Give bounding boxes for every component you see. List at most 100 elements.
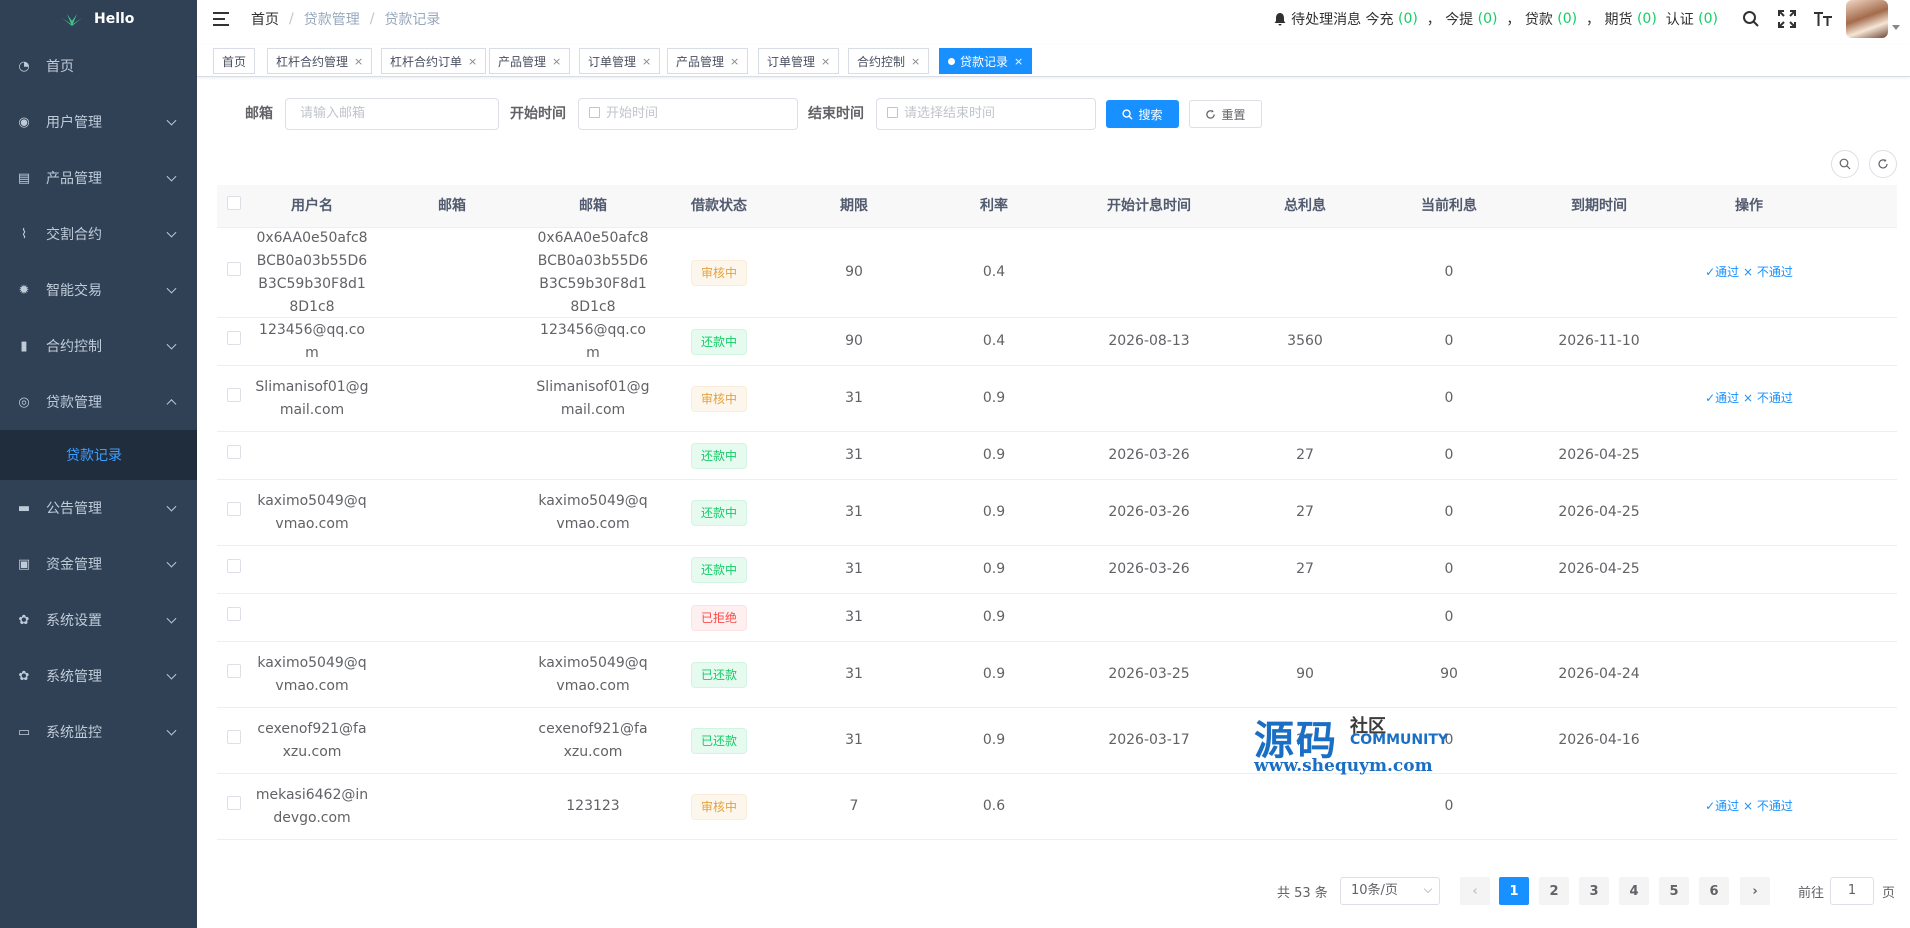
sidebar-item[interactable]: ✿ 系统设置: [0, 592, 197, 648]
approve-button[interactable]: ✓通过: [1705, 265, 1739, 279]
page-button[interactable]: 6: [1699, 877, 1729, 905]
tab-4[interactable]: 订单管理 ×: [579, 48, 661, 74]
select-all-checkbox[interactable]: [227, 195, 241, 210]
sidebar-item[interactable]: ▣ 资金管理: [0, 536, 197, 592]
tab-8[interactable]: 贷款记录 ×: [939, 48, 1033, 74]
avatar[interactable]: [1846, 0, 1900, 38]
email-input[interactable]: 请输入邮箱: [285, 98, 499, 130]
page-button[interactable]: 3: [1579, 877, 1609, 905]
page-button[interactable]: 4: [1619, 877, 1649, 905]
close-icon[interactable]: ×: [821, 55, 830, 68]
page-button[interactable]: 5: [1659, 877, 1689, 905]
today-withdraw-count[interactable]: (0): [1478, 11, 1498, 27]
row-checkbox[interactable]: [227, 664, 241, 678]
reject-button[interactable]: × 不通过: [1743, 391, 1793, 405]
row-checkbox[interactable]: [227, 730, 241, 744]
prev-page-button[interactable]: ‹: [1460, 877, 1490, 905]
chevron-down-icon: [166, 171, 177, 182]
cell-status: 已还款: [659, 661, 779, 688]
close-icon[interactable]: ×: [730, 55, 739, 68]
today-recharge-count[interactable]: (0): [1398, 11, 1418, 27]
row-checkbox[interactable]: [227, 262, 241, 276]
chevron-down-icon: [166, 725, 177, 736]
search-icon[interactable]: [1740, 8, 1762, 30]
status-badge: 审核中: [690, 385, 747, 412]
sidebar-item[interactable]: ◔ 首页: [0, 38, 197, 94]
reject-button[interactable]: × 不通过: [1743, 799, 1793, 813]
row-checkbox[interactable]: [227, 331, 241, 345]
close-icon[interactable]: ×: [911, 55, 920, 68]
close-icon[interactable]: ×: [1014, 55, 1023, 68]
sidebar-item[interactable]: ▮ 合约控制: [0, 318, 197, 374]
auth-count[interactable]: (0): [1698, 11, 1718, 27]
tab-3[interactable]: 产品管理 ×: [489, 48, 571, 74]
approve-button[interactable]: ✓通过: [1705, 799, 1739, 813]
end-time-input[interactable]: 请选择结束时间: [876, 98, 1096, 130]
money-icon: ◎: [18, 394, 30, 410]
sidebar-item[interactable]: ⌇ 交割合约: [0, 206, 197, 262]
futures-count[interactable]: (0): [1637, 11, 1657, 27]
sidebar-item[interactable]: ◉ 用户管理: [0, 94, 197, 150]
row-checkbox[interactable]: [227, 607, 241, 621]
page-button[interactable]: 1: [1499, 877, 1529, 905]
sidebar-item[interactable]: ▤ 产品管理: [0, 150, 197, 206]
sidebar-item[interactable]: ▭ 系统监控: [0, 704, 197, 760]
toggle-search-icon[interactable]: [1831, 150, 1859, 178]
cell-username: kaximo5049@qvmao.com: [257, 492, 367, 532]
refresh-icon[interactable]: [1869, 150, 1897, 178]
search-button[interactable]: 搜索: [1106, 100, 1179, 128]
notice-prefix: 待处理消息 今充: [1291, 12, 1394, 28]
fullscreen-icon[interactable]: [1776, 8, 1798, 30]
row-checkbox[interactable]: [227, 796, 241, 810]
next-page-button[interactable]: ›: [1740, 877, 1770, 905]
table-row: mekasi6462@indevgo.com 123123 审核中 7 0.6 0 ✓通过 …: [217, 774, 1897, 840]
tab-1[interactable]: 杠杆合约管理 ×: [267, 48, 373, 74]
cell-due: 2026-04-24: [1558, 666, 1640, 682]
tab-0[interactable]: 首页: [213, 48, 256, 74]
reset-button[interactable]: 重置: [1189, 100, 1262, 128]
reject-button[interactable]: × 不通过: [1743, 265, 1793, 279]
row-checkbox[interactable]: [227, 445, 241, 459]
sidebar-item[interactable]: ✿ 系统管理: [0, 648, 197, 704]
tab-7[interactable]: 合约控制 ×: [848, 48, 930, 74]
close-icon[interactable]: ×: [642, 55, 651, 68]
page-suffix: 页: [1882, 885, 1896, 901]
loan-count[interactable]: (0): [1557, 11, 1577, 27]
font-size-icon[interactable]: [1812, 8, 1834, 30]
tab-6[interactable]: 订单管理 ×: [758, 48, 840, 74]
start-time-input[interactable]: 开始时间: [578, 98, 798, 130]
bar-chart-icon: ▮: [20, 338, 28, 354]
sidebar-item[interactable]: ▬ 公告管理: [0, 480, 197, 536]
row-checkbox[interactable]: [227, 502, 241, 516]
breadcrumb-home[interactable]: 首页: [251, 9, 279, 29]
cell-start: 2026-03-26: [1108, 561, 1190, 577]
close-icon[interactable]: ×: [552, 55, 561, 68]
approve-button[interactable]: ✓通过: [1705, 391, 1739, 405]
sidebar-item[interactable]: ◎ 贷款管理: [0, 374, 197, 430]
settings-icon: ✿: [18, 612, 30, 628]
close-icon[interactable]: ×: [354, 55, 363, 68]
sidebar-subitem-loan-record[interactable]: 贷款记录: [0, 430, 197, 480]
tab-5[interactable]: 产品管理 ×: [667, 48, 749, 74]
row-checkbox[interactable]: [227, 388, 241, 402]
bell-icon[interactable]: [1273, 12, 1287, 26]
brand: Hello: [0, 0, 197, 38]
tab-label: 杠杆合约管理: [276, 54, 349, 69]
sidebar-item[interactable]: ✹ 智能交易: [0, 262, 197, 318]
cell-actions: ✓通过 × 不通过: [1671, 795, 1827, 818]
cell-email2: 0x6AA0e50afc8BCB0a03b55D6B3C59b30F8d18D1…: [537, 229, 649, 315]
cell-term: 90: [845, 333, 863, 349]
page-button[interactable]: 2: [1539, 877, 1569, 905]
cell-rate: 0.9: [982, 390, 1006, 406]
end-time-placeholder: 请选择结束时间: [904, 106, 996, 121]
goto-page-input[interactable]: 1: [1830, 877, 1874, 905]
cell-start: 2026-03-26: [1108, 504, 1190, 520]
row-checkbox[interactable]: [227, 559, 241, 573]
close-icon[interactable]: ×: [468, 55, 477, 68]
row-select-cell: [217, 729, 247, 752]
page-size-select[interactable]: 10条/页: [1340, 877, 1440, 905]
cell-due: 2026-04-25: [1558, 447, 1640, 463]
cell-rate: 0.9: [982, 504, 1006, 520]
tab-2[interactable]: 杠杆合约订单 ×: [381, 48, 487, 74]
hamburger-icon[interactable]: [213, 12, 231, 26]
